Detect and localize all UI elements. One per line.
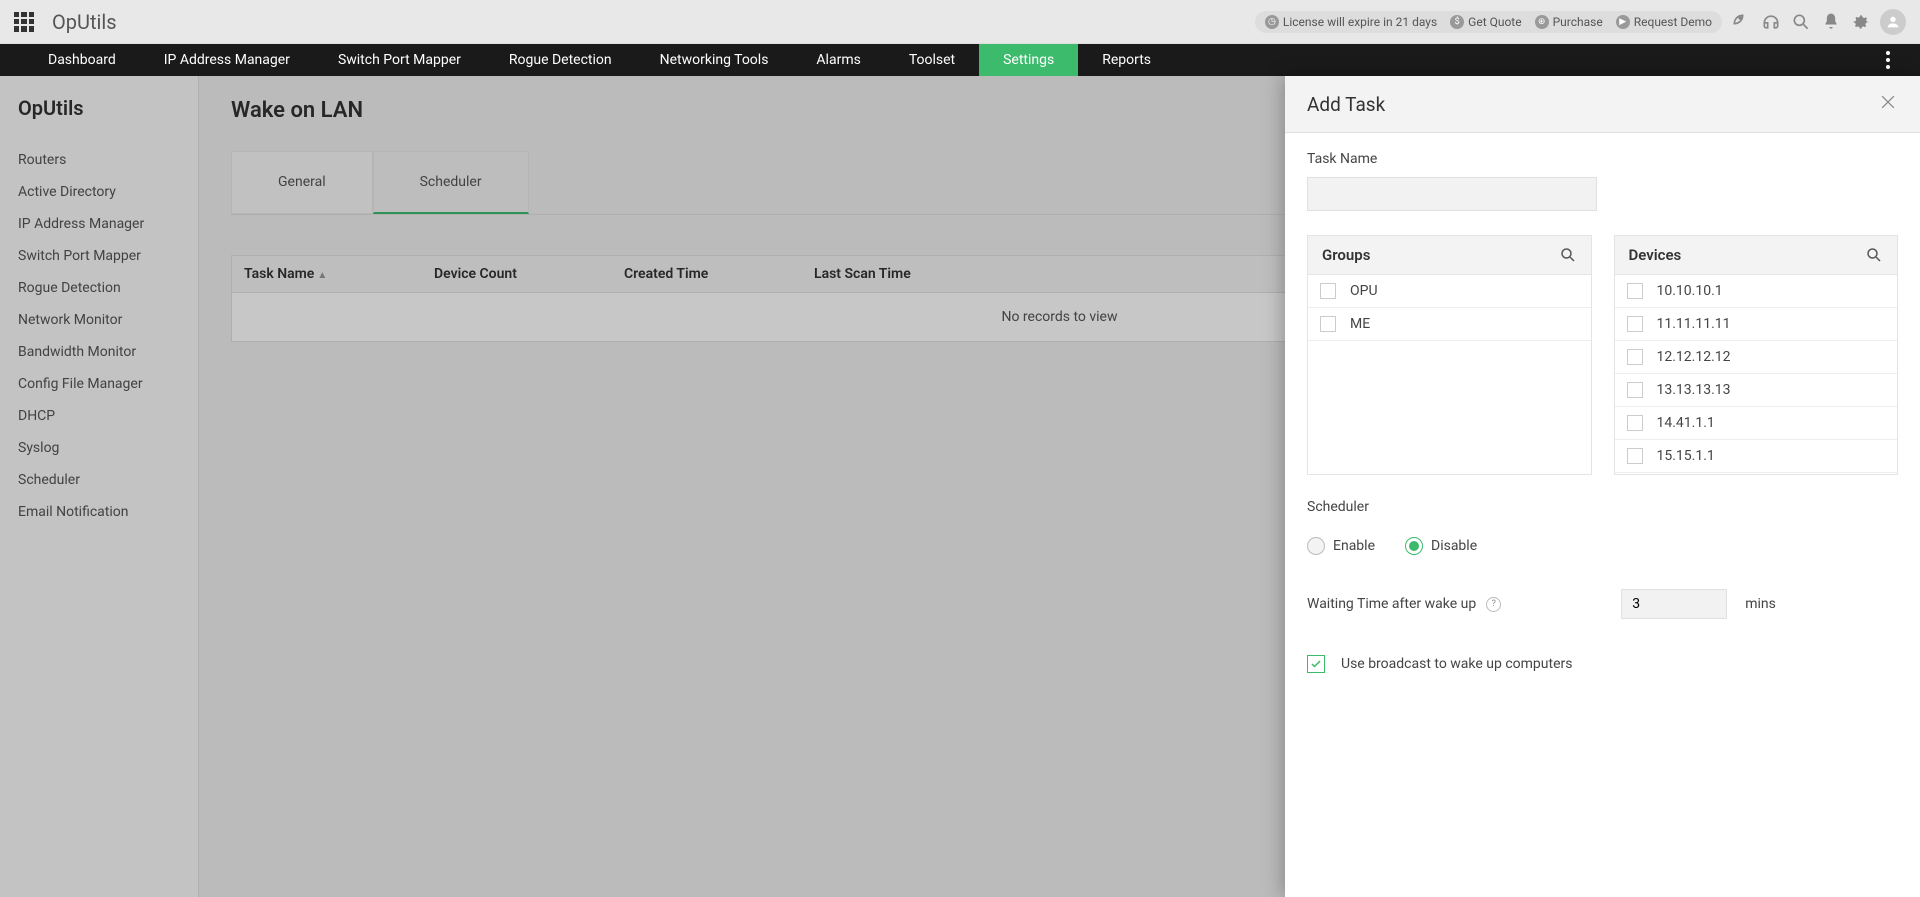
task-name-input[interactable] (1307, 177, 1597, 211)
get-quote-text: Get Quote (1468, 15, 1521, 29)
rocket-icon[interactable] (1730, 11, 1752, 33)
get-quote[interactable]: $ Get Quote (1450, 15, 1521, 29)
panel-header: Add Task (1285, 76, 1920, 133)
nav-item-settings[interactable]: Settings (979, 44, 1078, 76)
task-name-label: Task Name (1307, 151, 1898, 167)
checkbox[interactable] (1627, 349, 1643, 365)
checkbox[interactable] (1320, 316, 1336, 332)
device-ip: 12.12.12.12 (1657, 349, 1731, 365)
device-ip: 10.10.10.1 (1657, 283, 1723, 299)
list-item[interactable]: 15.15.1.1 (1615, 440, 1898, 473)
checkbox[interactable] (1627, 415, 1643, 431)
gear-icon[interactable] (1850, 11, 1872, 33)
devices-label: Devices (1629, 246, 1682, 264)
help-icon[interactable]: ? (1486, 597, 1501, 612)
clock-icon: ◷ (1265, 15, 1279, 29)
apps-grid-icon[interactable] (14, 12, 34, 32)
navbar: DashboardIP Address ManagerSwitch Port M… (0, 44, 1920, 76)
list-item[interactable]: 11.11.11.11 (1615, 308, 1898, 341)
device-ip: 14.41.1.1 (1657, 415, 1715, 431)
topbar: OpUtils ◷ License will expire in 21 days… (0, 0, 1920, 44)
waiting-time-input[interactable] (1621, 589, 1727, 619)
group-name: ME (1350, 316, 1370, 332)
nav-item-dashboard[interactable]: Dashboard (24, 44, 140, 76)
nav-item-switch-port-mapper[interactable]: Switch Port Mapper (314, 44, 485, 76)
dollar-icon: $ (1450, 15, 1464, 29)
demo-icon: ▶ (1616, 15, 1630, 29)
list-item[interactable]: OPU (1308, 275, 1591, 308)
broadcast-checkbox[interactable] (1307, 655, 1325, 673)
license-pill-group: ◷ License will expire in 21 days $ Get Q… (1255, 11, 1722, 33)
license-expire[interactable]: ◷ License will expire in 21 days (1265, 15, 1437, 29)
search-icon[interactable] (1790, 11, 1812, 33)
radio-disable[interactable]: Disable (1405, 537, 1477, 555)
search-icon[interactable] (1559, 246, 1577, 264)
checkbox[interactable] (1320, 283, 1336, 299)
purchase-text: Purchase (1553, 15, 1603, 29)
nav-item-rogue-detection[interactable]: Rogue Detection (485, 44, 636, 76)
panel-title: Add Task (1307, 93, 1385, 116)
list-item[interactable]: 14.41.1.1 (1615, 407, 1898, 440)
nav-item-networking-tools[interactable]: Networking Tools (636, 44, 793, 76)
nav-item-toolset[interactable]: Toolset (885, 44, 979, 76)
avatar[interactable] (1880, 9, 1906, 35)
add-task-panel: Add Task Task Name Groups OPU ME Devices … (1285, 76, 1920, 897)
groups-list: Groups OPU ME (1307, 235, 1592, 475)
brand-title: OpUtils (52, 10, 117, 34)
checkbox[interactable] (1627, 283, 1643, 299)
device-ip: 11.11.11.11 (1657, 316, 1731, 332)
nav-item-ip-address-manager[interactable]: IP Address Manager (140, 44, 314, 76)
search-icon[interactable] (1865, 246, 1883, 264)
device-ip: 15.15.1.1 (1657, 448, 1715, 464)
list-item[interactable]: 12.12.12.12 (1615, 341, 1898, 374)
device-ip: 13.13.13.13 (1657, 382, 1731, 398)
devices-list: Devices 10.10.10.1 11.11.11.11 12.12.12.12… (1614, 235, 1899, 475)
nav-more-icon[interactable] (1880, 44, 1896, 76)
license-expire-text: License will expire in 21 days (1283, 15, 1437, 29)
list-item[interactable]: ME (1308, 308, 1591, 341)
waiting-time-row: Waiting Time after wake up ? mins (1307, 589, 1898, 619)
bell-icon[interactable] (1820, 11, 1842, 33)
list-item[interactable]: 13.13.13.13 (1615, 374, 1898, 407)
radio-enable[interactable]: Enable (1307, 537, 1375, 555)
list-item[interactable]: 10.10.10.1 (1615, 275, 1898, 308)
scheduler-label: Scheduler (1307, 499, 1898, 515)
scheduler-radio-group: Enable Disable (1307, 537, 1898, 555)
panel-body: Task Name Groups OPU ME Devices 10.10.10.… (1285, 133, 1920, 897)
purchase[interactable]: ⊕ Purchase (1535, 15, 1603, 29)
request-demo[interactable]: ▶ Request Demo (1616, 15, 1712, 29)
checkbox[interactable] (1627, 448, 1643, 464)
devices-header: Devices (1615, 236, 1898, 275)
request-demo-text: Request Demo (1634, 15, 1712, 29)
radio-icon (1307, 537, 1325, 555)
waiting-label: Waiting Time after wake up (1307, 596, 1476, 612)
groups-header: Groups (1308, 236, 1591, 275)
headset-icon[interactable] (1760, 11, 1782, 33)
checkbox[interactable] (1627, 316, 1643, 332)
disable-label: Disable (1431, 538, 1477, 554)
enable-label: Enable (1333, 538, 1375, 554)
group-name: OPU (1350, 283, 1378, 299)
radio-icon (1405, 537, 1423, 555)
groups-label: Groups (1322, 246, 1370, 264)
nav-item-alarms[interactable]: Alarms (792, 44, 884, 76)
broadcast-label: Use broadcast to wake up computers (1341, 656, 1572, 672)
broadcast-row: Use broadcast to wake up computers (1307, 655, 1898, 673)
topbar-right: ◷ License will expire in 21 days $ Get Q… (1255, 9, 1906, 35)
checkbox[interactable] (1627, 382, 1643, 398)
nav-item-reports[interactable]: Reports (1078, 44, 1175, 76)
close-icon[interactable] (1878, 92, 1898, 116)
mins-label: mins (1745, 596, 1776, 612)
two-column-lists: Groups OPU ME Devices 10.10.10.1 11.11.11.… (1307, 235, 1898, 475)
cart-icon: ⊕ (1535, 15, 1549, 29)
